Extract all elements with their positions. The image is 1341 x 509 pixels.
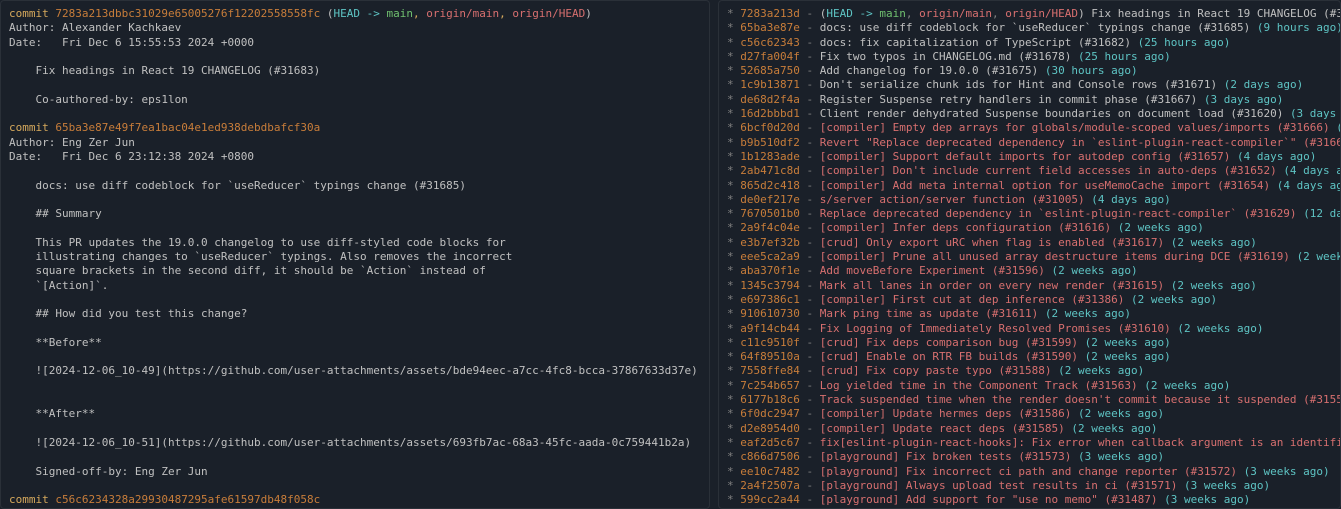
git-log-pane[interactable]: commit 7283a213dbbc31029e65005276f122025… (0, 0, 710, 509)
git-oneline-pane[interactable]: * 7283a213d - (HEAD -> main, origin/main… (718, 0, 1341, 509)
